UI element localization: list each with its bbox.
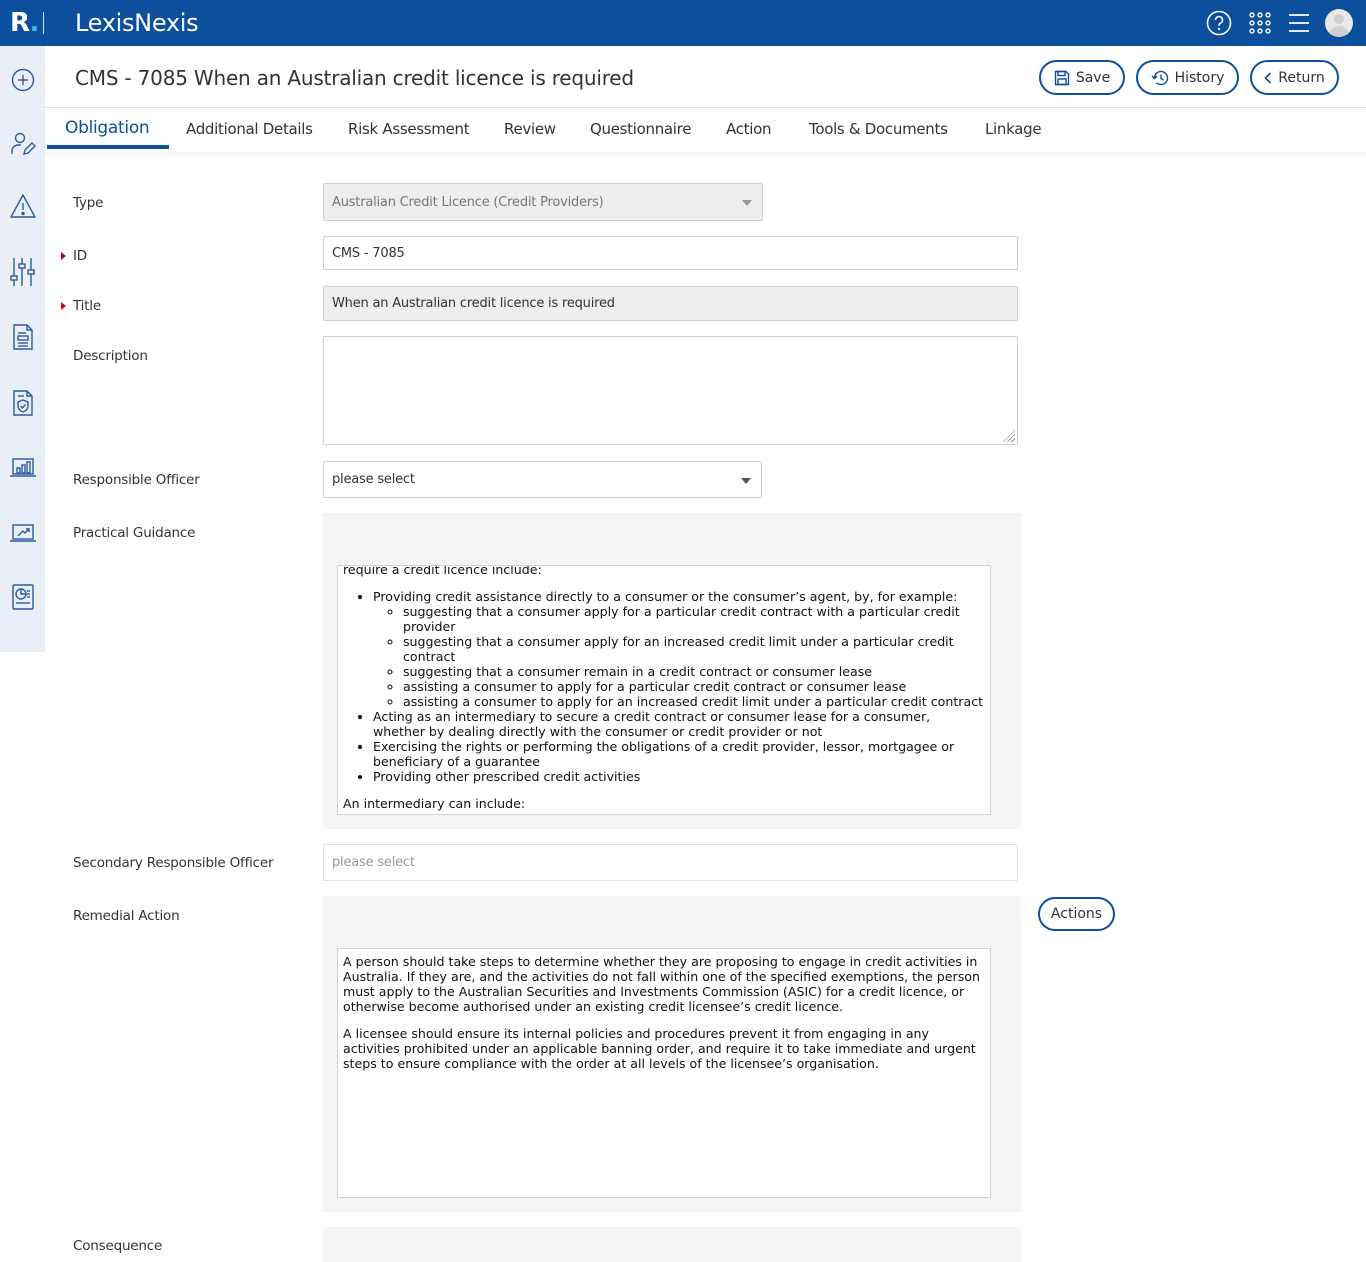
resize-handle-icon[interactable] — [1003, 430, 1015, 442]
id-input-value: CMS - 7085 — [332, 245, 405, 261]
secondary-officer-select[interactable]: please select — [323, 844, 1018, 881]
secondary-officer-placeholder: please select — [332, 855, 415, 870]
description-label: Description — [73, 348, 148, 364]
secondary-officer-label: Secondary Responsible Officer — [73, 855, 274, 871]
app-logo[interactable]: R. — [10, 8, 40, 38]
practical-guidance-editor[interactable]: require a credit licence include: Provid… — [337, 565, 991, 815]
user-avatar-icon — [1325, 9, 1353, 37]
add-circle-icon[interactable] — [8, 65, 38, 95]
chevron-down-icon — [742, 200, 752, 206]
responsible-officer-label: Responsible Officer — [73, 472, 200, 488]
tab-risk-assessment[interactable]: Risk Assessment — [348, 120, 470, 138]
history-button[interactable]: History — [1136, 60, 1239, 95]
page-header: CMS - 7085 When an Australian credit lic… — [45, 46, 1366, 108]
logo-divider — [43, 12, 44, 34]
document-icon[interactable] — [8, 322, 38, 352]
remedial-paragraph: A licensee should ensure its internal po… — [343, 1026, 976, 1071]
save-icon — [1054, 70, 1070, 85]
guidance-subbullet: assisting a consumer to apply for an inc… — [403, 694, 985, 709]
consequence-label: Consequence — [73, 1238, 163, 1254]
actions-button[interactable]: Actions — [1038, 897, 1115, 931]
required-marker-icon — [61, 252, 66, 260]
required-marker-icon — [61, 302, 66, 310]
id-label: ID — [73, 248, 87, 264]
history-icon — [1151, 70, 1168, 85]
return-button[interactable]: Return — [1250, 60, 1339, 95]
guidance-bullet: Acting as an intermediary to secure a cr… — [373, 709, 985, 739]
pie-report-icon[interactable] — [8, 582, 38, 612]
guidance-bullet: Providing credit assistance directly to … — [373, 589, 985, 709]
user-avatar[interactable] — [1325, 9, 1353, 37]
remedial-action-editor[interactable]: A person should take steps to determine … — [337, 948, 991, 1198]
guidance-subbullet: suggesting that a consumer apply for an … — [403, 634, 985, 664]
trend-laptop-icon[interactable] — [8, 518, 38, 548]
guidance-subbullet: suggesting that a consumer remain in a c… — [403, 664, 985, 679]
chevron-left-icon — [1264, 71, 1272, 84]
tab-additional-details[interactable]: Additional Details — [186, 120, 313, 138]
sliders-icon[interactable] — [8, 257, 38, 287]
responsible-officer-value: please select — [332, 472, 415, 487]
tab-questionnaire[interactable]: Questionnaire — [590, 120, 691, 138]
remedial-action-panel: A person should take steps to determine … — [323, 896, 1021, 1212]
guidance-intro: require a credit licence include: — [343, 565, 542, 577]
brand-name: LexisNexis — [75, 9, 199, 37]
guidance-subbullet: assisting a consumer to apply for a part… — [403, 679, 985, 694]
consequence-panel — [323, 1227, 1021, 1262]
guidance-bullet: Providing other prescribed credit activi… — [373, 769, 985, 784]
tab-linkage[interactable]: Linkage — [985, 120, 1042, 138]
apps-grid-icon[interactable] — [1246, 9, 1274, 37]
page-title: CMS - 7085 When an Australian credit lic… — [75, 66, 634, 90]
id-input[interactable]: CMS - 7085 — [323, 236, 1018, 270]
tab-obligation[interactable]: Obligation — [65, 118, 150, 138]
help-icon[interactable] — [1205, 9, 1233, 37]
guidance-sublist: suggesting that a consumer apply for a p… — [373, 604, 985, 709]
guidance-list: Providing credit assistance directly to … — [343, 589, 985, 784]
logo-letter: R — [10, 8, 30, 38]
title-input[interactable]: When an Australian credit licence is req… — [323, 286, 1018, 321]
guidance-bullet-text: Providing credit assistance directly to … — [373, 589, 958, 604]
remedial-paragraph: A person should take steps to determine … — [343, 954, 980, 1014]
practical-guidance-panel: require a credit licence include: Provid… — [323, 513, 1021, 829]
save-button[interactable]: Save — [1039, 60, 1125, 95]
warning-icon[interactable] — [8, 191, 38, 221]
tab-tools-documents[interactable]: Tools & Documents — [809, 120, 948, 138]
user-edit-icon[interactable] — [8, 129, 38, 159]
type-label: Type — [73, 195, 104, 211]
guidance-outro: An intermediary can include: — [343, 796, 526, 811]
guidance-subbullet: suggesting that a consumer apply for a p… — [403, 604, 985, 634]
type-select[interactable]: Australian Credit Licence (Credit Provid… — [323, 183, 763, 221]
side-nav — [0, 46, 45, 652]
guidance-bullet: Exercising the rights or performing the … — [373, 739, 985, 769]
tab-review[interactable]: Review — [504, 120, 556, 138]
history-button-label: History — [1174, 69, 1225, 86]
practical-guidance-label: Practical Guidance — [73, 525, 196, 541]
responsible-officer-select[interactable]: please select — [323, 461, 762, 498]
title-label: Title — [73, 298, 101, 314]
logo-dot: . — [29, 8, 40, 38]
remedial-action-label: Remedial Action — [73, 908, 180, 924]
shield-document-icon[interactable] — [8, 388, 38, 418]
tab-action[interactable]: Action — [726, 120, 771, 138]
title-input-value: When an Australian credit licence is req… — [332, 296, 615, 311]
tab-bar: Obligation Additional Details Risk Asses… — [45, 108, 1366, 152]
top-bar: R. LexisNexis — [0, 0, 1366, 46]
return-button-label: Return — [1278, 69, 1325, 86]
type-select-value: Australian Credit Licence (Credit Provid… — [332, 194, 604, 210]
active-tab-indicator — [47, 145, 169, 149]
bar-chart-laptop-icon[interactable] — [8, 453, 38, 483]
chevron-down-icon — [741, 477, 751, 484]
description-textarea[interactable] — [323, 336, 1018, 445]
save-button-label: Save — [1075, 69, 1111, 86]
menu-icon[interactable] — [1285, 9, 1313, 37]
